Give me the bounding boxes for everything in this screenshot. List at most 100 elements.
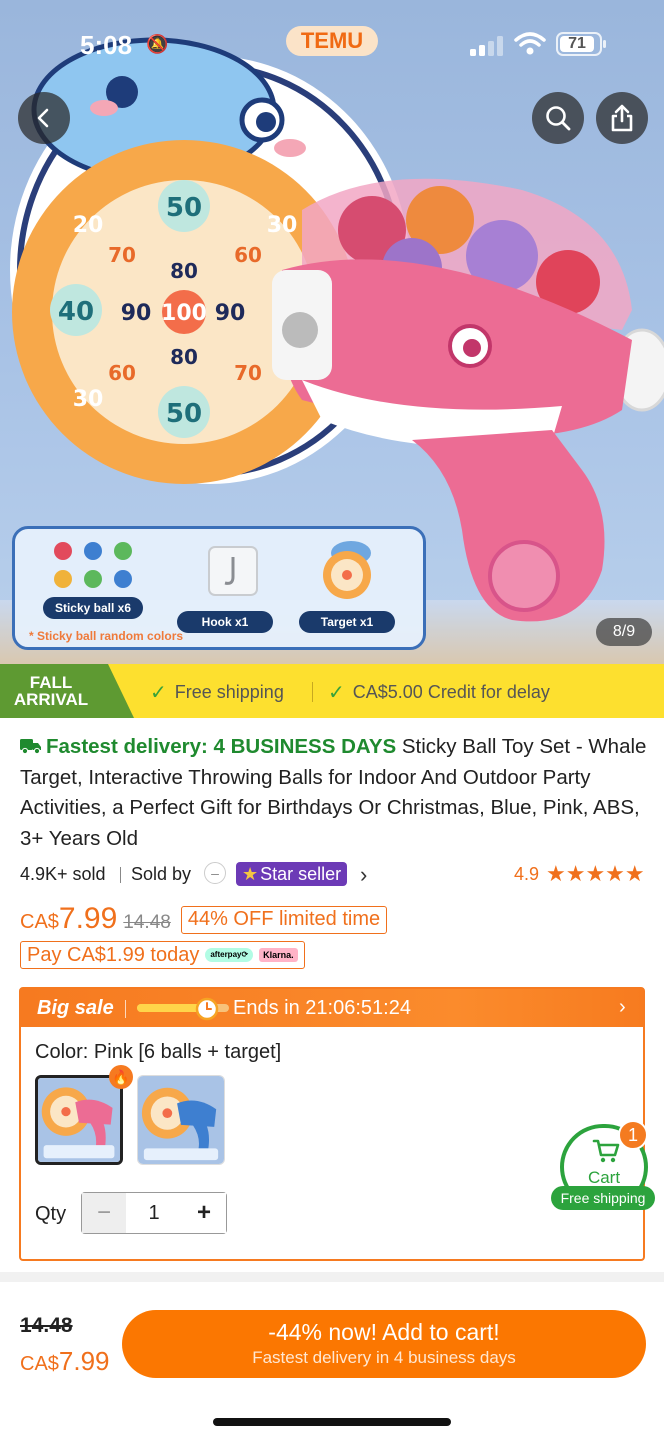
score-60-top: 60	[234, 243, 262, 267]
discount-badge: 44% OFF limited time	[180, 906, 388, 934]
bottom-price-currency: CA$	[20, 1353, 59, 1375]
share-button[interactable]	[596, 92, 648, 144]
delay-credit-text: CA$5.00 Credit for delay	[352, 682, 550, 702]
battery-icon: 71	[556, 32, 606, 56]
kit-label-target: Target x1	[299, 611, 395, 633]
kit-contents-card: Sticky ball x6 Hook x1 Target x1 * Stick…	[12, 526, 426, 650]
bottom-current-price: CA$7.99	[20, 1346, 110, 1377]
search-button[interactable]	[532, 92, 584, 144]
status-time: 5:08	[80, 30, 133, 60]
score-90-right: 90	[215, 301, 246, 326]
cart-free-shipping-tag: Free shipping	[551, 1186, 655, 1210]
sold-by-label: Sold by	[131, 864, 192, 884]
target-thumbnail-icon	[323, 541, 371, 599]
rating-value: 4.9	[514, 864, 540, 884]
bottom-original-price: 14.48	[20, 1314, 73, 1337]
flame-icon: 🔥	[109, 1065, 133, 1089]
bottom-price-value: 7.99	[58, 1346, 110, 1376]
sold-count: 4.9K+ sold	[20, 864, 106, 884]
seller-avatar[interactable]: –	[204, 862, 226, 884]
star-icon: ★	[242, 864, 259, 884]
sale-divider	[125, 1000, 126, 1018]
afterpay-logo: afterpay⟳	[205, 948, 254, 962]
home-indicator[interactable]	[213, 1418, 451, 1426]
score-40: 40	[58, 297, 94, 327]
score-70-top: 70	[108, 243, 136, 267]
score-30-bottom: 30	[73, 387, 104, 412]
sale-ends-text: Ends in 21:06:51:24	[233, 997, 411, 1020]
score-60-bottom: 60	[108, 361, 136, 385]
score-80-bottom: 80	[170, 345, 198, 369]
color-option-blue[interactable]	[137, 1075, 225, 1165]
status-bar: 5:08 🔕 TEMU 71	[0, 0, 664, 90]
sticky-balls-icon	[54, 542, 132, 588]
increment-button[interactable]: +	[182, 1193, 226, 1233]
score-80-top: 80	[170, 259, 198, 283]
ends-label: Ends in	[233, 997, 300, 1019]
current-price: 7.99	[58, 902, 118, 935]
cell-signal-icon	[470, 36, 503, 56]
app-name-pill: TEMU	[286, 26, 378, 56]
score-70-bottom: 70	[234, 361, 262, 385]
klarna-logo: Klarna.	[259, 948, 298, 962]
color-label: Color: Pink [6 balls + target]	[35, 1041, 282, 1063]
delay-credit-promo: ✓ CA$5.00 Credit for delay	[328, 680, 550, 705]
delivery-truck-icon	[20, 739, 41, 754]
cart-label: Cart	[587, 1168, 621, 1187]
image-counter: 8/9	[596, 618, 652, 646]
big-sale-panel: Big sale Ends in 21:06:51:24 › Color: Pi…	[19, 987, 645, 1261]
decrement-button[interactable]: −	[82, 1193, 126, 1233]
seller-row[interactable]: 4.9K+ sold Sold by – ★ Star seller › 4.9 …	[20, 860, 648, 890]
check-icon: ✓	[150, 682, 167, 704]
silent-bell-icon: 🔕	[146, 34, 169, 54]
blue-variant-thumbnail	[138, 1076, 224, 1164]
rating-stars[interactable]: ★★★★★	[546, 861, 645, 887]
quantity-label: Qty	[35, 1203, 67, 1225]
cart-count-badge: 1	[618, 1120, 648, 1150]
score-90-left: 90	[121, 301, 152, 326]
clock-icon	[195, 997, 219, 1021]
big-sale-header[interactable]: Big sale Ends in 21:06:51:24 ›	[21, 989, 643, 1027]
pink-variant-thumbnail	[38, 1078, 120, 1162]
color-option-pink[interactable]	[35, 1075, 123, 1165]
add-to-cart-button[interactable]: -44% now! Add to cart! Fastest delivery …	[122, 1310, 646, 1378]
back-button[interactable]	[18, 92, 70, 144]
big-sale-title: Big sale	[37, 997, 114, 1019]
chevron-right-icon[interactable]: ›	[360, 862, 367, 888]
score-20: 20	[73, 213, 104, 238]
bottom-action-bar: 14.48 CA$7.99 -44% now! Add to cart! Fas…	[0, 1300, 664, 1440]
quantity-value[interactable]: 1	[126, 1202, 182, 1225]
chevron-right-icon[interactable]: ›	[619, 996, 626, 1019]
price-currency: CA$	[20, 911, 59, 933]
price-row: CA$7.99 14.48 44% OFF limited time	[20, 902, 388, 936]
wifi-icon	[514, 32, 546, 55]
pay-later-box[interactable]: Pay CA$1.99 today afterpay⟳ Klarna.	[20, 941, 305, 969]
countdown-timer: 21:06:51:24	[305, 997, 411, 1019]
score-100: 100	[161, 301, 207, 326]
promo-bar: FALL ARRIVAL ✓ Free shipping ✓ CA$5.00 C…	[0, 664, 664, 718]
quantity-stepper: − 1 +	[81, 1192, 227, 1234]
product-title-block[interactable]: Fastest delivery: 4 BUSINESS DAYS Sticky…	[20, 732, 648, 854]
fall-tag-line2: ARRIVAL	[13, 690, 89, 709]
promo-divider	[312, 682, 313, 702]
cart-icon	[592, 1139, 620, 1163]
search-icon	[546, 106, 571, 131]
score-50-bottom: 50	[166, 399, 202, 429]
add-to-cart-sublabel: Fastest delivery in 4 business days	[252, 1348, 516, 1367]
star-seller-text: Star seller	[260, 864, 342, 884]
star-seller-badge[interactable]: ★ Star seller	[236, 862, 348, 886]
seller-divider	[120, 867, 121, 883]
add-to-cart-label: -44% now! Add to cart!	[268, 1319, 500, 1345]
fall-arrival-tag: FALL ARRIVAL	[0, 664, 134, 718]
product-image-carousel[interactable]: 20 50 30 70 80 60 40 90 100 90 60 80 70 …	[0, 0, 664, 664]
kit-label-hook: Hook x1	[177, 611, 273, 633]
free-shipping-promo: ✓ Free shipping	[150, 680, 284, 705]
check-icon: ✓	[328, 682, 345, 704]
chevron-left-icon	[37, 108, 49, 128]
pay-today-text: Pay CA$1.99 today	[27, 943, 200, 966]
score-50-top: 50	[166, 193, 202, 223]
fastest-delivery-label: Fastest delivery: 4 BUSINESS DAYS	[46, 735, 397, 758]
kit-note: * Sticky ball random colors	[29, 629, 184, 643]
kit-label-balls: Sticky ball x6	[43, 597, 143, 619]
section-divider	[0, 1272, 664, 1282]
